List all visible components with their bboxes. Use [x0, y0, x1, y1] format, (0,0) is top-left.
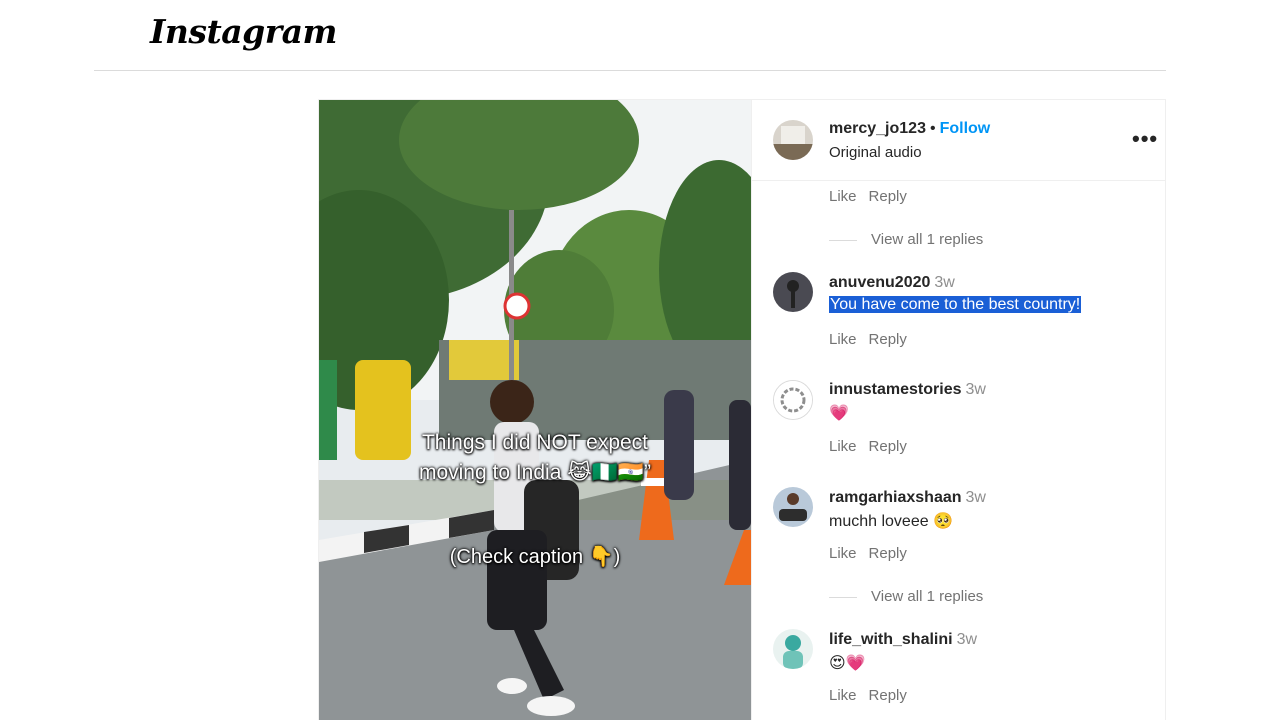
- view-replies-label: View all 1 replies: [871, 231, 984, 248]
- like-button[interactable]: Like: [829, 188, 857, 205]
- comment-text: muchh loveee 🥺: [829, 513, 953, 530]
- top-bar: Instagram: [94, 0, 1166, 71]
- comment-item: life_with_shalini 3w 😍💗: [829, 631, 977, 673]
- comment-username[interactable]: innustamestories: [829, 381, 961, 398]
- author-username[interactable]: mercy_jo123: [829, 120, 926, 137]
- like-button[interactable]: Like: [829, 687, 857, 704]
- comment-actions: Like Reply: [829, 687, 919, 704]
- comment-time[interactable]: 3w: [957, 631, 977, 648]
- comment-time[interactable]: 3w: [966, 489, 986, 506]
- post-video[interactable]: Things I did NOT expect moving to India …: [319, 100, 751, 720]
- comment-text: 💗: [829, 405, 849, 422]
- overlay-line-2: moving to India 😹🇳🇬🇮🇳”: [418, 461, 652, 484]
- author-line: mercy_jo123 • Follow: [829, 120, 990, 138]
- comment-actions: Like Reply: [829, 545, 919, 562]
- author-avatar[interactable]: [773, 120, 813, 160]
- view-replies-button[interactable]: View all 1 replies: [829, 231, 983, 248]
- comment-item: anuvenu2020 3w You have come to the best …: [829, 274, 1082, 314]
- replies-line: [829, 239, 857, 241]
- separator-dot: •: [929, 120, 936, 137]
- like-button[interactable]: Like: [829, 438, 857, 455]
- video-caption-overlay: Things I did NOT expect moving to India …: [319, 428, 751, 488]
- comments-panel: mercy_jo123 • Follow Original audio ••• Li…: [751, 100, 1166, 720]
- view-replies-label: View all 1 replies: [871, 588, 984, 605]
- overlay-line-1: Things I did NOT expect: [421, 431, 649, 454]
- commenter-avatar[interactable]: [773, 272, 813, 312]
- comment-username[interactable]: anuvenu2020: [829, 274, 930, 291]
- comment-time[interactable]: 3w: [965, 381, 985, 398]
- video-frame: [319, 100, 751, 720]
- comment-actions: Like Reply: [829, 438, 919, 455]
- comment-text-selected: You have come to the best country!: [829, 296, 1082, 313]
- reply-button[interactable]: Reply: [869, 188, 907, 205]
- comment-time[interactable]: 3w: [934, 274, 954, 291]
- original-audio-link[interactable]: Original audio: [829, 144, 922, 161]
- post-header: mercy_jo123 • Follow Original audio •••: [752, 100, 1165, 181]
- reply-button[interactable]: Reply: [869, 545, 907, 562]
- comment-item: innustamestories 3w 💗: [829, 381, 986, 423]
- comments-scrollbar[interactable]: [1165, 441, 1166, 519]
- like-button[interactable]: Like: [829, 545, 857, 562]
- more-options-icon[interactable]: •••: [1132, 126, 1158, 152]
- post-dialog: Things I did NOT expect moving to India …: [318, 99, 1166, 720]
- reply-button[interactable]: Reply: [869, 331, 907, 348]
- instagram-logo[interactable]: Instagram: [150, 12, 337, 51]
- comment-username[interactable]: life_with_shalini: [829, 631, 953, 648]
- comment-text: 😍💗: [829, 655, 866, 672]
- like-button[interactable]: Like: [829, 331, 857, 348]
- comment-item: ramgarhiaxshaan 3w muchh loveee 🥺: [829, 489, 986, 531]
- commenter-avatar[interactable]: [773, 629, 813, 669]
- reply-button[interactable]: Reply: [869, 438, 907, 455]
- comment-username[interactable]: ramgarhiaxshaan: [829, 489, 962, 506]
- follow-button[interactable]: Follow: [940, 120, 991, 137]
- overlay-check-caption: (Check caption 👇): [449, 546, 621, 568]
- commenter-avatar[interactable]: [773, 487, 813, 527]
- comments-list: Like Reply View all 1 replies anuvenu2020…: [752, 181, 1166, 720]
- commenter-avatar[interactable]: [773, 380, 813, 420]
- comment-actions: Like Reply: [829, 331, 919, 348]
- reply-button[interactable]: Reply: [869, 687, 907, 704]
- comment-actions: Like Reply: [829, 188, 919, 205]
- view-replies-button[interactable]: View all 1 replies: [829, 588, 983, 605]
- replies-line: [829, 596, 857, 598]
